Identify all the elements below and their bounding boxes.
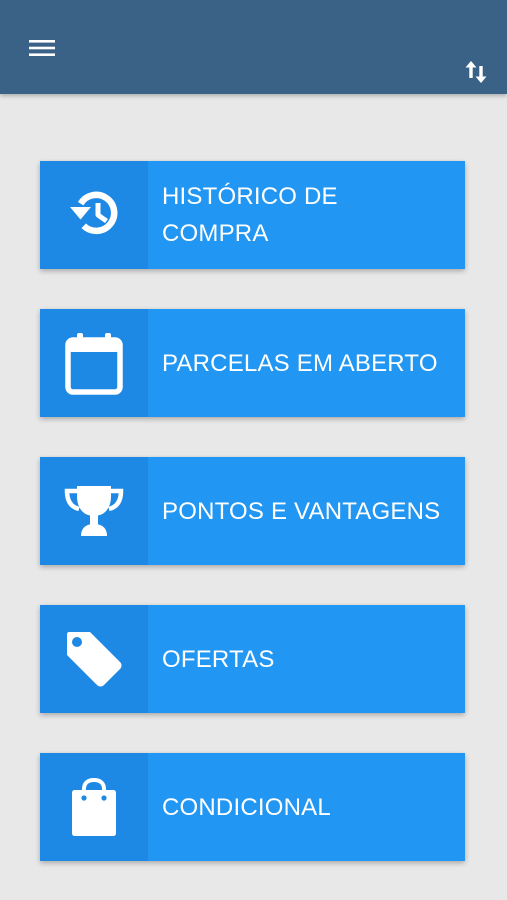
icon-box [40, 457, 148, 565]
icon-box [40, 753, 148, 861]
sort-button[interactable] [454, 50, 498, 94]
tag-icon [67, 632, 122, 687]
icon-box [40, 161, 148, 269]
menu-button[interactable] [20, 26, 64, 70]
menu-card-pontos-e-vantagens[interactable]: PONTOS E VANTAGENS [40, 457, 465, 565]
menu-card-historico-de-compra[interactable]: HISTÓRICO DE COMPRA [40, 161, 465, 269]
hamburger-menu-icon [29, 40, 55, 56]
menu-card-label: OFERTAS [162, 645, 275, 673]
trophy-icon [64, 486, 124, 536]
shopping-bag-icon [72, 777, 116, 836]
calendar-icon [65, 333, 123, 395]
icon-box [40, 309, 148, 417]
menu-card-label: PONTOS E VANTAGENS [162, 497, 441, 525]
swap-vertical-icon [465, 61, 487, 83]
menu-card-condicional[interactable]: CONDICIONAL [40, 753, 465, 861]
menu-card-label: PARCELAS EM ABERTO [162, 349, 438, 377]
app-bar [0, 0, 507, 94]
menu-card-label: HISTÓRICO DE COMPRA [162, 183, 338, 247]
menu-card-label: CONDICIONAL [162, 793, 331, 821]
menu-card-parcelas-em-aberto[interactable]: PARCELAS EM ABERTO [40, 309, 465, 417]
icon-box [40, 605, 148, 713]
menu-card-ofertas[interactable]: OFERTAS [40, 605, 465, 713]
history-icon [70, 191, 118, 235]
